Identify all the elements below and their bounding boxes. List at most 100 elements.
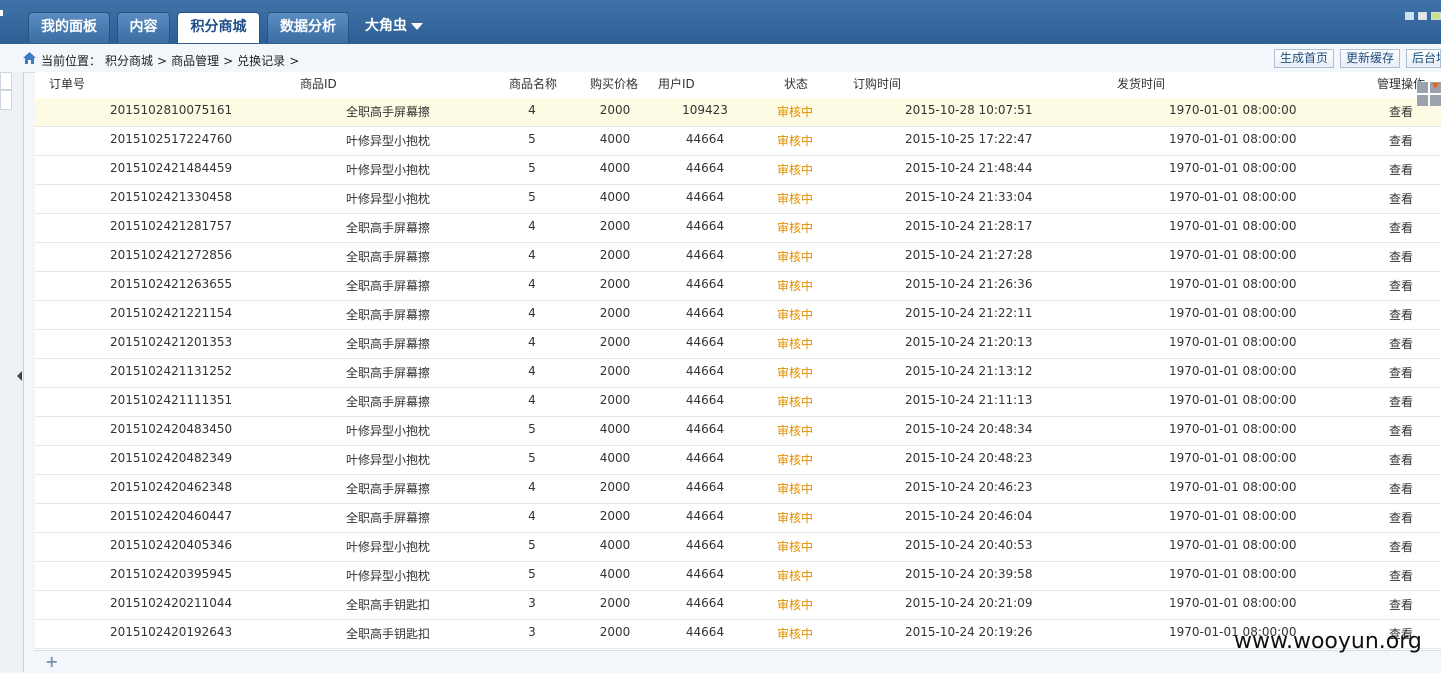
header-status: 状态 xyxy=(784,77,809,91)
cell-product-name: 4 xyxy=(528,335,536,349)
view-link[interactable]: 查看 xyxy=(1389,422,1413,439)
view-link[interactable]: 查看 xyxy=(1389,161,1413,178)
header-order-time: 订购时间 xyxy=(853,77,902,91)
view-link[interactable]: 查看 xyxy=(1389,277,1413,294)
cell-order-no: 2015102421330458 xyxy=(110,190,233,204)
cell-ship-time: 1970-01-01 08:00:00 xyxy=(1169,393,1297,407)
breadcrumb-separator: > xyxy=(157,54,168,68)
cell-status: 审核中 xyxy=(776,627,814,641)
tab-user-menu[interactable]: 大角虫 xyxy=(356,12,432,43)
cell-user-id: 44664 xyxy=(685,248,725,262)
cell-product-name: 4 xyxy=(528,219,536,233)
view-link[interactable]: 查看 xyxy=(1389,596,1413,613)
table-row: 2015102420460447 全职高手屏幕擦 4 2000 44664 审核中 2015… xyxy=(35,504,1441,533)
cell-product-name: 4 xyxy=(528,480,536,494)
table-row: 2015102420483450 叶修异型小抱枕 5 4000 44664 审核中 2015… xyxy=(35,417,1441,446)
cell-ship-time: 1970-01-01 08:00:00 xyxy=(1169,451,1297,465)
cell-ship-time: 1970-01-01 08:00:00 xyxy=(1169,480,1297,494)
cell-status: 审核中 xyxy=(776,105,814,119)
grid-icon[interactable] xyxy=(1417,82,1441,106)
cell-status: 审核中 xyxy=(776,221,814,235)
cell-product-name: 4 xyxy=(528,509,536,523)
generate-homepage-button[interactable]: 生成首页 xyxy=(1274,49,1334,68)
backend-map-button[interactable]: 后台地图 xyxy=(1406,49,1441,68)
tab-points-mall[interactable]: 积分商城 xyxy=(177,12,260,43)
tab-content[interactable]: 内容 xyxy=(117,12,170,43)
update-cache-button[interactable]: 更新缓存 xyxy=(1340,49,1400,68)
view-link[interactable]: 查看 xyxy=(1389,190,1413,207)
cell-product-name: 5 xyxy=(528,451,536,465)
view-link[interactable]: 查看 xyxy=(1389,364,1413,381)
cell-product-id: 叶修异型小抱枕 xyxy=(346,163,431,177)
cell-order-time: 2015-10-24 20:40:53 xyxy=(905,538,1033,552)
header-product-id: 商品ID xyxy=(300,77,337,91)
cell-price: 2000 xyxy=(599,364,631,378)
cell-user-id: 44664 xyxy=(685,277,725,291)
cell-order-time: 2015-10-24 21:27:28 xyxy=(905,248,1033,262)
cell-order-no: 2015102421131252 xyxy=(110,364,233,378)
cell-product-id: 叶修异型小抱枕 xyxy=(346,134,431,148)
view-link[interactable]: 查看 xyxy=(1389,306,1413,323)
top-left-marker xyxy=(0,10,3,16)
tab-my-panel[interactable]: 我的面板 xyxy=(28,12,110,43)
header-order-no: 订单号 xyxy=(49,77,86,91)
cell-product-id: 全职高手钥匙扣 xyxy=(346,598,431,612)
cell-product-id: 全职高手钥匙扣 xyxy=(346,627,431,641)
view-link[interactable]: 查看 xyxy=(1389,451,1413,468)
breadcrumb-separator: > xyxy=(223,54,234,68)
cell-user-id: 44664 xyxy=(685,219,725,233)
cell-ship-time: 1970-01-01 08:00:00 xyxy=(1169,248,1297,262)
table-row: 2015102421281757 全职高手屏幕擦 4 2000 44664 审核中 2015… xyxy=(35,214,1441,243)
cell-order-no: 2015102421111351 xyxy=(110,393,233,407)
breadcrumb-separator: > xyxy=(289,54,300,68)
view-link[interactable]: 查看 xyxy=(1389,393,1413,410)
breadcrumb-bar: 当前位置：积分商城>商品管理>兑换记录> 生成首页 更新缓存 后台地图 xyxy=(0,44,1441,73)
cell-price: 2000 xyxy=(599,480,631,494)
breadcrumb-item-points-mall[interactable]: 积分商城 xyxy=(105,54,153,68)
cell-status: 审核中 xyxy=(776,598,814,612)
cell-price: 4000 xyxy=(599,567,631,581)
minimize-icon[interactable] xyxy=(1405,12,1414,20)
collapse-arrow-icon[interactable] xyxy=(17,371,22,381)
restore-icon[interactable] xyxy=(1418,12,1427,20)
breadcrumb-item-exchange-records[interactable]: 兑换记录 xyxy=(237,54,285,68)
header-product-name: 商品名称 xyxy=(509,77,558,91)
view-link[interactable]: 查看 xyxy=(1389,219,1413,236)
table-row: 2015102421272856 全职高手屏幕擦 4 2000 44664 审核中 2015… xyxy=(35,243,1441,272)
cell-price: 4000 xyxy=(599,422,631,436)
view-link[interactable]: 查看 xyxy=(1389,132,1413,149)
sidebar-panel-second xyxy=(0,90,12,110)
cell-user-id: 44664 xyxy=(685,567,725,581)
tab-data-analysis[interactable]: 数据分析 xyxy=(267,12,349,43)
cell-user-id: 44664 xyxy=(685,422,725,436)
view-link[interactable]: 查看 xyxy=(1389,480,1413,497)
cell-product-id: 全职高手屏幕擦 xyxy=(346,511,431,525)
cell-order-time: 2015-10-24 21:11:13 xyxy=(905,393,1033,407)
cell-ship-time: 1970-01-01 08:00:00 xyxy=(1169,422,1297,436)
cell-order-time: 2015-10-24 21:22:11 xyxy=(905,306,1033,320)
cell-order-time: 2015-10-24 20:48:23 xyxy=(905,451,1033,465)
cell-order-no: 2015102420395945 xyxy=(110,567,233,581)
cell-order-time: 2015-10-24 20:46:23 xyxy=(905,480,1033,494)
maximize-icon[interactable] xyxy=(1431,12,1441,20)
cell-ship-time: 1970-01-01 08:00:00 xyxy=(1169,335,1297,349)
table-row: 2015102421111351 全职高手屏幕擦 4 2000 44664 审核中 2015… xyxy=(35,388,1441,417)
cell-status: 审核中 xyxy=(776,424,814,438)
cell-order-no: 2015102810075161 xyxy=(110,103,233,117)
header-ship-time: 发货时间 xyxy=(1117,77,1166,91)
breadcrumb-item-product-management[interactable]: 商品管理 xyxy=(171,54,219,68)
view-link[interactable]: 查看 xyxy=(1389,335,1413,352)
cell-order-no: 2015102420462348 xyxy=(110,480,233,494)
cell-user-id: 44664 xyxy=(685,190,725,204)
view-link[interactable]: 查看 xyxy=(1389,509,1413,526)
cell-product-name: 5 xyxy=(528,422,536,436)
view-link[interactable]: 查看 xyxy=(1389,103,1413,120)
view-link[interactable]: 查看 xyxy=(1389,538,1413,555)
view-link[interactable]: 查看 xyxy=(1389,248,1413,265)
cell-status: 审核中 xyxy=(776,337,814,351)
view-link[interactable]: 查看 xyxy=(1389,567,1413,584)
cell-status: 审核中 xyxy=(776,279,814,293)
cell-price: 4000 xyxy=(599,451,631,465)
cell-order-time: 2015-10-24 21:26:36 xyxy=(905,277,1033,291)
plus-icon[interactable]: + xyxy=(45,654,58,670)
